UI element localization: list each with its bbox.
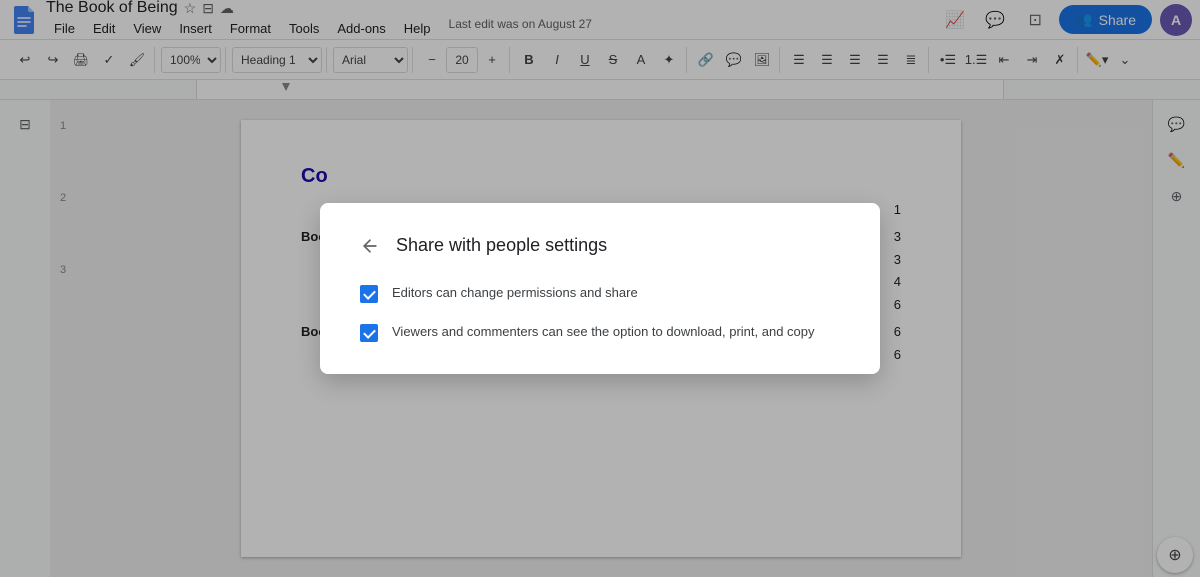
dialog-header: Share with people settings bbox=[360, 235, 840, 256]
share-settings-dialog: Share with people settings Editors can c… bbox=[320, 203, 880, 374]
checkbox-viewers[interactable] bbox=[360, 324, 378, 342]
dialog-options: Editors can change permissions and share… bbox=[360, 284, 840, 342]
dialog-option-1: Editors can change permissions and share bbox=[360, 284, 840, 303]
back-button[interactable] bbox=[360, 236, 380, 256]
option-1-label: Editors can change permissions and share bbox=[392, 284, 638, 302]
modal-overlay[interactable]: Share with people settings Editors can c… bbox=[0, 0, 1200, 577]
option-2-label: Viewers and commenters can see the optio… bbox=[392, 323, 815, 341]
dialog-title: Share with people settings bbox=[396, 235, 607, 256]
checkbox-editors[interactable] bbox=[360, 285, 378, 303]
dialog-option-2: Viewers and commenters can see the optio… bbox=[360, 323, 840, 342]
